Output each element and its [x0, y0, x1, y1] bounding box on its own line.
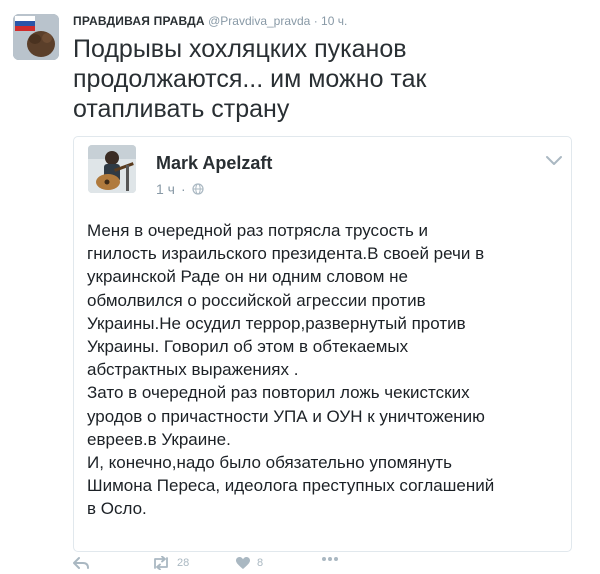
more-icon	[322, 557, 338, 561]
more-button[interactable]	[321, 556, 339, 562]
tweet: ПРАВДИВАЯ ПРАВДА @Pravdiva_pravda · 10 ч…	[0, 0, 600, 574]
author-handle[interactable]: @Pravdiva_pravda	[208, 14, 310, 28]
author-avatar[interactable]	[13, 14, 59, 60]
chevron-down-icon[interactable]	[545, 155, 563, 167]
tweet-time[interactable]: 10 ч.	[321, 14, 347, 28]
retweet-count: 28	[177, 557, 190, 569]
quoted-tweet-card[interactable]: Mark Apelzaft 1 ч · Меня в очередной раз…	[73, 136, 572, 552]
reply-button[interactable]	[73, 556, 151, 570]
guitarist-photo-icon	[88, 145, 136, 193]
quoted-author-avatar[interactable]	[88, 145, 136, 193]
quoted-separator: ·	[180, 181, 186, 197]
tweet-actions: 28 8	[73, 556, 493, 574]
tweet-text: Подрывы хохляцких пуканов продолжаются..…	[73, 35, 427, 123]
heart-icon	[236, 557, 250, 569]
like-button[interactable]: 8	[235, 556, 321, 570]
like-count: 8	[257, 557, 264, 569]
quoted-time[interactable]: 1 ч	[156, 181, 175, 197]
tweet-header: ПРАВДИВАЯ ПРАВДА @Pravdiva_pravda · 10 ч…	[73, 14, 347, 28]
quoted-meta: 1 ч ·	[156, 181, 204, 197]
quoted-author-name[interactable]: Mark Apelzaft	[156, 153, 272, 174]
retweet-icon	[154, 556, 168, 570]
author-name[interactable]: ПРАВДИВАЯ ПРАВДА	[73, 14, 205, 28]
retweet-button[interactable]: 28	[151, 556, 235, 570]
flag-avatar-icon	[13, 14, 59, 60]
quoted-text: Меня в очередной раз потрясла трусость и…	[87, 221, 495, 519]
reply-icon	[73, 557, 89, 569]
globe-icon	[192, 183, 204, 195]
header-separator: ·	[313, 14, 318, 28]
